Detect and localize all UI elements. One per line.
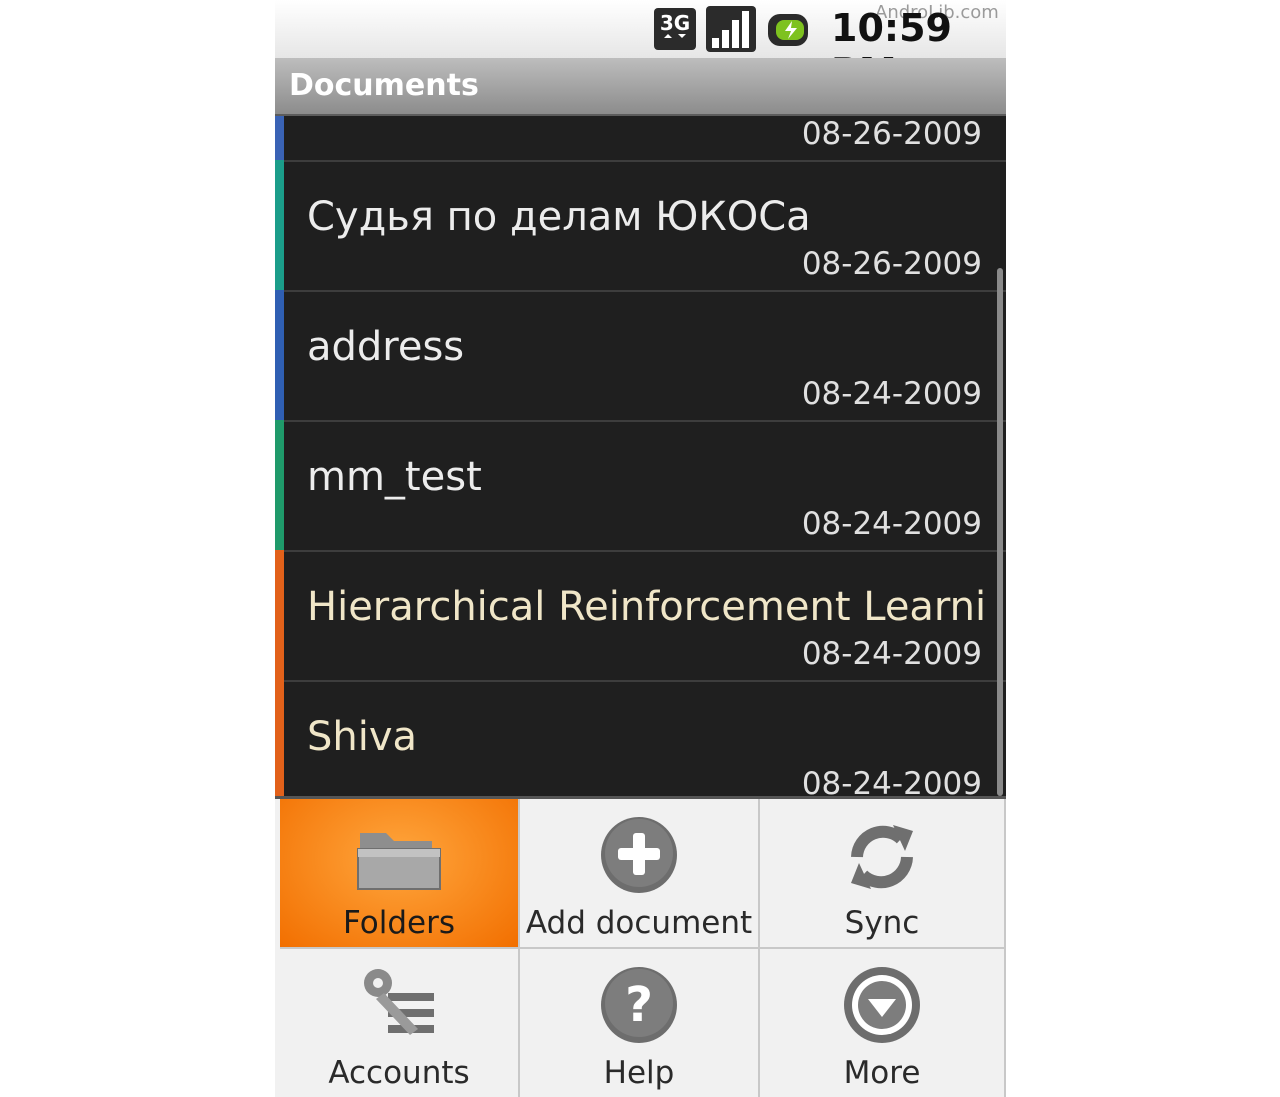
title-bar: Documents bbox=[275, 58, 1006, 116]
list-item[interactable]: Hierarchical Reinforcement Learni... 08-… bbox=[275, 550, 1006, 682]
3g-icon: 3G bbox=[654, 8, 696, 50]
accounts-button[interactable]: Accounts bbox=[280, 949, 520, 1097]
plus-circle-icon bbox=[601, 817, 677, 893]
menu-label: Help bbox=[603, 1055, 675, 1091]
document-date: 08-26-2009 bbox=[801, 116, 982, 152]
color-stripe bbox=[275, 420, 284, 550]
menu-label: Add document bbox=[525, 905, 753, 941]
document-list[interactable]: 08-26-2009 Судья по делам ЮКОСа 08-26-20… bbox=[275, 116, 1006, 796]
add-document-button[interactable]: Add document bbox=[520, 799, 760, 949]
list-item[interactable]: Shiva 08-24-2009 bbox=[275, 680, 1006, 796]
menu-label: Folders bbox=[343, 905, 455, 941]
color-stripe bbox=[275, 290, 284, 420]
list-item[interactable]: Судья по делам ЮКОСа 08-26-2009 bbox=[275, 160, 1006, 292]
folders-button[interactable]: Folders bbox=[280, 799, 520, 949]
document-date: 08-24-2009 bbox=[801, 506, 982, 542]
document-date: 08-24-2009 bbox=[801, 376, 982, 412]
color-stripe bbox=[275, 160, 284, 290]
options-menu: Folders Add document Sync Accounts ? Hel… bbox=[275, 796, 1006, 1097]
accounts-key-icon bbox=[364, 969, 434, 1035]
color-stripe bbox=[275, 550, 284, 680]
more-button[interactable]: More bbox=[760, 949, 1006, 1097]
list-item[interactable]: address 08-24-2009 bbox=[275, 290, 1006, 422]
document-name: address bbox=[307, 324, 465, 370]
color-stripe bbox=[275, 116, 284, 160]
page-title: Documents bbox=[289, 68, 479, 103]
color-stripe bbox=[275, 680, 284, 796]
document-date: 08-24-2009 bbox=[801, 636, 982, 672]
signal-icon bbox=[706, 6, 756, 52]
document-name: Shiva bbox=[307, 714, 418, 760]
svg-text:?: ? bbox=[625, 977, 653, 1033]
3g-label: 3G bbox=[660, 11, 690, 35]
sync-icon bbox=[851, 825, 913, 889]
menu-label: More bbox=[843, 1055, 921, 1091]
more-icon bbox=[844, 967, 920, 1043]
phone-screen: 3G AndroLib.com 10:59 PM Documents 08-26… bbox=[275, 0, 1006, 1097]
list-item[interactable]: mm_test 08-24-2009 bbox=[275, 420, 1006, 552]
battery-charging-icon bbox=[768, 14, 808, 46]
document-name: Hierarchical Reinforcement Learni... bbox=[307, 584, 987, 630]
menu-label: Sync bbox=[844, 905, 920, 941]
status-bar: 3G AndroLib.com 10:59 PM bbox=[275, 0, 1006, 94]
menu-label: Accounts bbox=[328, 1055, 470, 1091]
document-name: Судья по делам ЮКОСа bbox=[307, 194, 811, 240]
sync-button[interactable]: Sync bbox=[760, 799, 1006, 949]
document-name: mm_test bbox=[307, 454, 482, 500]
list-item[interactable]: 08-26-2009 bbox=[275, 116, 1006, 162]
document-date: 08-24-2009 bbox=[801, 766, 982, 796]
folder-icon bbox=[357, 833, 441, 890]
scrollbar[interactable] bbox=[997, 268, 1003, 796]
document-date: 08-26-2009 bbox=[801, 246, 982, 282]
help-button[interactable]: ? Help bbox=[520, 949, 760, 1097]
help-icon: ? bbox=[601, 967, 677, 1043]
